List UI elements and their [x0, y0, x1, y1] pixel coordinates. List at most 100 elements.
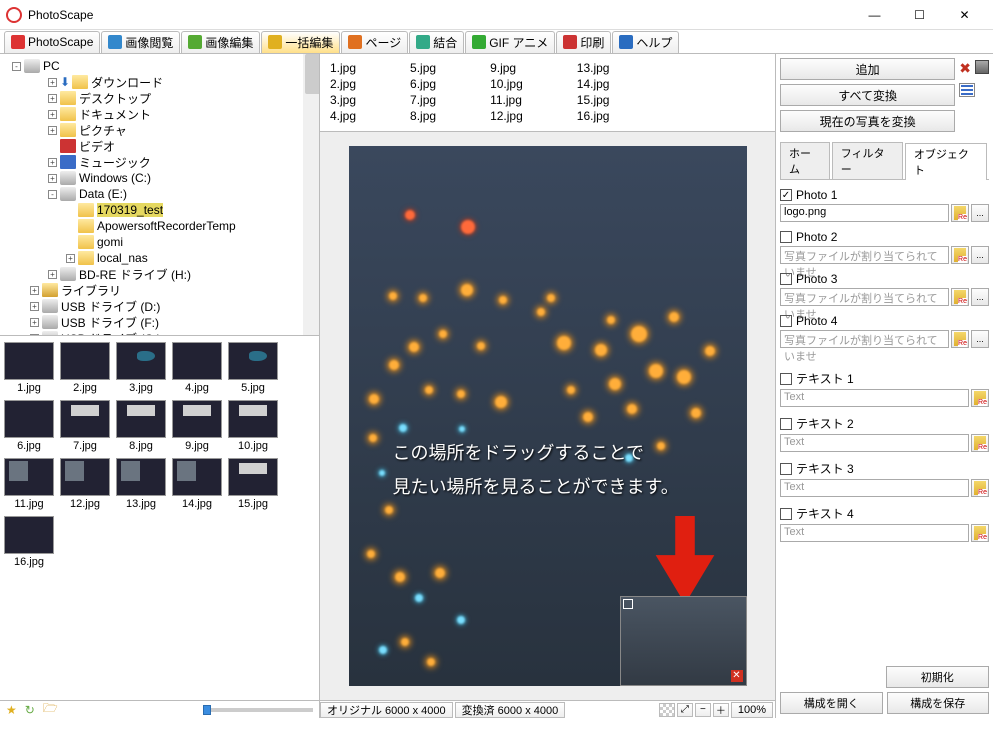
- preview-navigator[interactable]: [620, 596, 747, 686]
- text-checkbox-4[interactable]: [780, 508, 792, 520]
- checker-icon[interactable]: [659, 703, 675, 717]
- photo-browse-1[interactable]: ...: [971, 204, 989, 222]
- file-item[interactable]: 11.jpg: [490, 92, 523, 108]
- tree-item-11[interactable]: +local_nas: [2, 250, 317, 266]
- tree-expander[interactable]: +: [30, 334, 39, 337]
- tree-item-4[interactable]: ビデオ: [2, 138, 317, 154]
- text-pin-1[interactable]: [971, 389, 989, 407]
- tree-expander[interactable]: +: [48, 270, 57, 279]
- photo-pin-2[interactable]: [951, 246, 969, 264]
- thumbnail[interactable]: 5.jpg: [228, 342, 278, 394]
- tree-expander[interactable]: +: [30, 302, 39, 311]
- refresh-icon[interactable]: ↻: [25, 703, 35, 717]
- tree-item-9[interactable]: ApowersoftRecorderTemp: [2, 218, 317, 234]
- open-config-button[interactable]: 構成を開く: [780, 692, 883, 714]
- tree-item-13[interactable]: +ライブラリ: [2, 282, 317, 298]
- reset-button[interactable]: 初期化: [886, 666, 990, 688]
- thumbnail[interactable]: 6.jpg: [4, 400, 54, 452]
- file-item[interactable]: 1.jpg: [330, 60, 356, 76]
- photo-checkbox-4[interactable]: [780, 315, 792, 327]
- tree-expander[interactable]: +: [48, 78, 57, 87]
- file-item[interactable]: 14.jpg: [577, 76, 610, 92]
- tree-item-15[interactable]: +USB ドライブ (F:): [2, 314, 317, 330]
- tree-expander[interactable]: -: [48, 190, 57, 199]
- add-button[interactable]: 追加: [780, 58, 955, 80]
- zoom-out-icon[interactable]: −: [695, 703, 711, 717]
- thumbnail[interactable]: 7.jpg: [60, 400, 110, 452]
- photo-path-1[interactable]: logo.png: [780, 204, 949, 222]
- text-input-1[interactable]: Text: [780, 389, 969, 407]
- tree-item-3[interactable]: +ピクチャ: [2, 122, 317, 138]
- tree-pc[interactable]: PC: [43, 59, 60, 73]
- file-item[interactable]: 12.jpg: [490, 108, 523, 124]
- tree-expander[interactable]: +: [30, 286, 39, 295]
- maximize-button[interactable]: ☐: [897, 0, 942, 30]
- tree-item-10[interactable]: gomi: [2, 234, 317, 250]
- file-item[interactable]: 6.jpg: [410, 76, 436, 92]
- toolbar-tab-6[interactable]: GIF アニメ: [465, 31, 555, 53]
- text-pin-3[interactable]: [971, 479, 989, 497]
- tree-item-14[interactable]: +USB ドライブ (D:): [2, 298, 317, 314]
- tree-expander[interactable]: +: [48, 110, 57, 119]
- tree-item-7[interactable]: -Data (E:): [2, 186, 317, 202]
- remove-all-icon[interactable]: [975, 60, 989, 74]
- thumbnail[interactable]: 15.jpg: [228, 458, 278, 510]
- thumbnail[interactable]: 4.jpg: [172, 342, 222, 394]
- toolbar-tab-0[interactable]: PhotoScape: [4, 31, 100, 53]
- file-item[interactable]: 8.jpg: [410, 108, 436, 124]
- photo-checkbox-2[interactable]: [780, 231, 792, 243]
- file-item[interactable]: 4.jpg: [330, 108, 356, 124]
- file-item[interactable]: 10.jpg: [490, 76, 523, 92]
- tree-expander[interactable]: +: [48, 174, 57, 183]
- tree-item-12[interactable]: +BD-RE ドライブ (H:): [2, 266, 317, 282]
- tree-item-16[interactable]: +USB ドライブ (G:): [2, 330, 317, 336]
- tree-item-2[interactable]: +ドキュメント: [2, 106, 317, 122]
- photo-pin-4[interactable]: [951, 330, 969, 348]
- minimize-button[interactable]: —: [852, 0, 897, 30]
- file-item[interactable]: 7.jpg: [410, 92, 436, 108]
- text-checkbox-2[interactable]: [780, 418, 792, 430]
- thumbnail[interactable]: 13.jpg: [116, 458, 166, 510]
- text-input-4[interactable]: Text: [780, 524, 969, 542]
- photo-browse-3[interactable]: ...: [971, 288, 989, 306]
- thumbnail[interactable]: 9.jpg: [172, 400, 222, 452]
- navigator-close-icon[interactable]: ✕: [731, 670, 743, 682]
- text-pin-4[interactable]: [971, 524, 989, 542]
- save-config-button[interactable]: 構成を保存: [887, 692, 990, 714]
- tree-expander[interactable]: +: [48, 126, 57, 135]
- close-button[interactable]: ✕: [942, 0, 987, 30]
- tab-object[interactable]: オブジェクト: [905, 143, 987, 180]
- toolbar-tab-1[interactable]: 画像閲覧: [101, 31, 180, 53]
- thumbnail[interactable]: 14.jpg: [172, 458, 222, 510]
- status-original-size[interactable]: オリジナル 6000 x 4000: [320, 702, 453, 718]
- tree-item-8[interactable]: 170319_test: [2, 202, 317, 218]
- text-checkbox-1[interactable]: [780, 373, 792, 385]
- photo-path-4[interactable]: 写真ファイルが割り当てられていませ: [780, 330, 949, 348]
- folder-open-icon[interactable]: 🗁: [43, 699, 58, 720]
- file-item[interactable]: 5.jpg: [410, 60, 436, 76]
- tree-item-5[interactable]: +ミュージック: [2, 154, 317, 170]
- tree-expander[interactable]: +: [66, 254, 75, 263]
- text-pin-2[interactable]: [971, 434, 989, 452]
- tree-scrollbar[interactable]: [303, 54, 319, 335]
- remove-icon[interactable]: ✖: [959, 60, 971, 77]
- tree-item-6[interactable]: +Windows (C:): [2, 170, 317, 186]
- thumbnail[interactable]: 10.jpg: [228, 400, 278, 452]
- fit-icon[interactable]: ⤢: [677, 703, 693, 717]
- status-converted-size[interactable]: 変換済 6000 x 4000: [455, 702, 566, 718]
- photo-browse-2[interactable]: ...: [971, 246, 989, 264]
- tab-filter[interactable]: フィルター: [832, 142, 903, 179]
- photo-pin-3[interactable]: [951, 288, 969, 306]
- photo-path-2[interactable]: 写真ファイルが割り当てられていませ: [780, 246, 949, 264]
- file-item[interactable]: 15.jpg: [577, 92, 610, 108]
- tree-item-0[interactable]: +⬇ダウンロード: [2, 74, 317, 90]
- thumbnail[interactable]: 16.jpg: [4, 516, 54, 568]
- convert-all-button[interactable]: すべて変換: [780, 84, 955, 106]
- tree-expander[interactable]: +: [48, 94, 57, 103]
- tree-expander[interactable]: +: [30, 318, 39, 327]
- file-item[interactable]: 2.jpg: [330, 76, 356, 92]
- tree-item-1[interactable]: +デスクトップ: [2, 90, 317, 106]
- text-input-2[interactable]: Text: [780, 434, 969, 452]
- toolbar-tab-2[interactable]: 画像編集: [181, 31, 260, 53]
- zoom-percent[interactable]: 100%: [731, 702, 773, 718]
